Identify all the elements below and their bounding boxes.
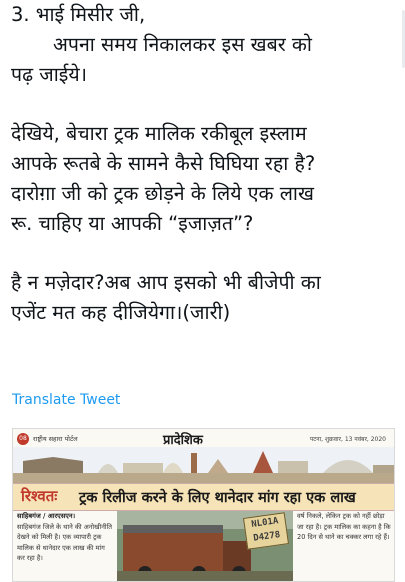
column-text: वर्ष निकले, लेकिन ट्रक को नहीं छोड़ा जा … [297,512,391,542]
section-title: प्रादेशिक [163,433,203,448]
tweet-line: देखिये, बेचारा ट्रक मालिक रकीबूल इस्लाम [11,122,307,145]
tweet-line: है न मज़ेदार?अब आप इसको भी बीजेपी का [11,271,321,294]
tweet-line: एजेंट मत कह दीजियेगा।(जारी) [11,301,231,324]
byline: साहिबगंज / आरएसएन। [17,512,76,520]
tweet-body: 3. भाई मिसीर जी, अपना समय निकालकर इस खबर… [11,0,397,328]
monuments-banner-illustration [13,447,394,483]
newspaper-clipping-image[interactable]: 08 राष्ट्रीय सहारा पोर्टल प्रादेशिक पटना… [12,428,395,582]
tweet-line: अपना समय निकालकर इस खबर को [53,33,312,56]
truck-photo: NL01A D4278 [117,511,293,581]
tweet-line: रू. चाहिए या आपकी “इजाज़त”? [11,212,254,235]
dateline: पटना, शुक्रवार, 13 नवंबर, 2020 [309,436,386,443]
tweet-line: पढ़ जाईये। [11,63,88,86]
headline-tag: रिश्वतः [21,487,58,505]
column-text: साहिबगंज जिले के थाने की अनोखीनीति देखने… [17,522,113,563]
newspaper-name: राष्ट्रीय सहारा पोर्टल [33,435,78,443]
tweet-line: दारोग़ा जी को ट्रक छोड़ने के लिये एक लाख [11,182,314,205]
article-column-left: साहिबगंज / आरएसएन। साहिबगंज जिले के थाने… [17,511,113,581]
license-plate-sign: NL01A D4278 [242,512,290,550]
tweet-line: आपके रूतबे के सामने कैसे घिघिया रहा है? [11,152,316,175]
page-number-badge: 08 [17,433,29,445]
translate-tweet-link[interactable]: Translate Tweet [12,392,120,408]
article-column-right: वर्ष निकले, लेकिन ट्रक को नहीं छोड़ा जा … [297,511,391,581]
newspaper-masthead: 08 राष्ट्रीय सहारा पोर्टल प्रादेशिक पटना… [13,429,394,448]
headline: ट्रक रिलीज करने के लिए थानेदार मांग रहा … [79,490,356,506]
tweet-line: 3. भाई मिसीर जी, [11,3,146,26]
headline-bar: रिश्वतः ट्रक रिलीज करने के लिए थानेदार म… [13,483,394,511]
